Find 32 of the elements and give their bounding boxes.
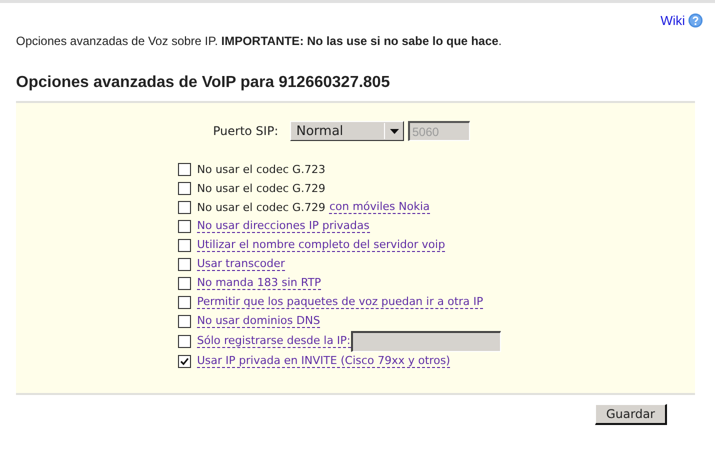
sip-port-label: Puerto SIP:: [213, 124, 278, 138]
checkbox[interactable]: [178, 314, 191, 328]
checkbox[interactable]: [178, 258, 191, 270]
wiki-link[interactable]: Wiki: [660, 13, 703, 28]
option-link[interactable]: Utilizar el nombre completo del servidor voip: [197, 238, 446, 252]
checkbox[interactable]: [178, 182, 191, 194]
checkbox[interactable]: [178, 162, 191, 176]
checkbox[interactable]: [178, 238, 191, 252]
option-label: No usar el codec G.729: [197, 200, 326, 214]
sip-port-dropdown[interactable]: Normal: [290, 121, 404, 141]
intro-text: Opciones avanzadas de Voz sobre IP. IMPORTANTE: No las use si no sabe lo que hace.: [16, 34, 503, 48]
save-button[interactable]: Guardar: [595, 404, 667, 425]
option-link[interactable]: Usar transcoder: [197, 257, 285, 271]
caret-icon: [390, 128, 399, 134]
checkbox[interactable]: [178, 200, 191, 214]
help-icon: [688, 13, 703, 28]
option-link[interactable]: Usar IP privada en INVITE (Cisco 79xx y otros): [197, 354, 450, 368]
option-link[interactable]: No usar dominios DNS: [197, 314, 320, 328]
option-link[interactable]: con móviles Nokia: [329, 200, 430, 214]
checkbox[interactable]: [178, 354, 191, 368]
option-link[interactable]: Permitir que los paquetes de voz puedan ir a otra IP: [197, 295, 484, 309]
option-link[interactable]: Sólo registrarse desde la IP:: [197, 334, 351, 348]
checkbox[interactable]: [178, 296, 191, 308]
checkbox[interactable]: [178, 220, 191, 232]
section-heading: Opciones avanzadas de VoIP para 912660327.805: [16, 74, 390, 92]
checkbox[interactable]: [178, 276, 191, 290]
checkbox[interactable]: [178, 334, 191, 348]
option-label: No usar el codec G.723: [197, 162, 326, 176]
ip-field[interactable]: [350, 330, 501, 352]
option-label: No usar el codec G.729: [197, 182, 326, 194]
option-link[interactable]: No usar direcciones IP privadas: [197, 219, 370, 233]
option-link[interactable]: No manda 183 sin RTP: [197, 276, 322, 290]
